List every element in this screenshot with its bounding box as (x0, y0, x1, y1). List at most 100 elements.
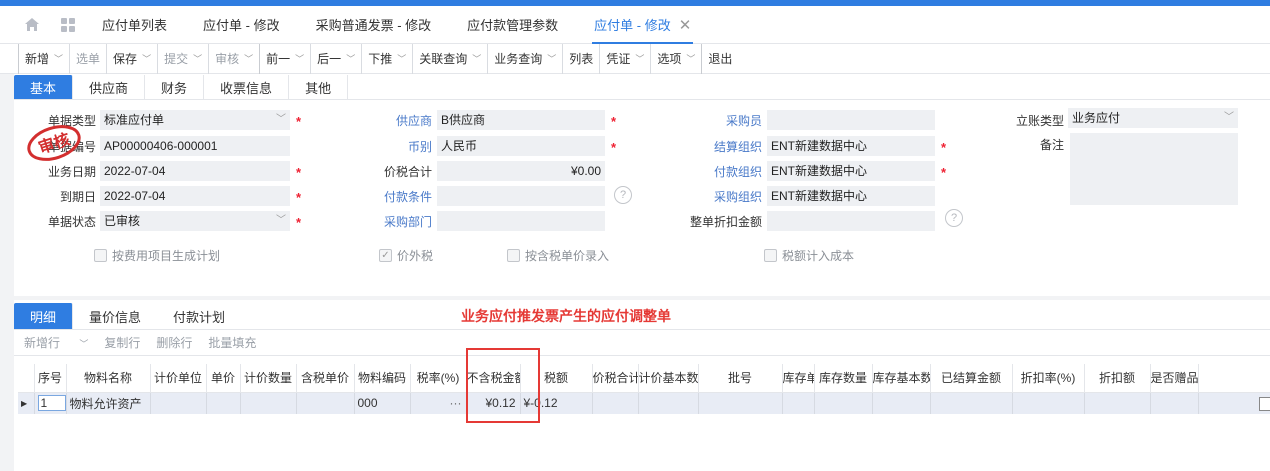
tab-other[interactable]: 其他 (289, 75, 349, 99)
tab-payable-edit-1[interactable]: 应付单 - 修改 (187, 6, 296, 44)
app-grid-icon[interactable] (50, 6, 86, 44)
grid-cell[interactable] (1084, 392, 1151, 414)
select-button[interactable]: 选单 (69, 43, 106, 74)
column-header[interactable]: 含税单价 (296, 364, 355, 393)
pay-terms-label[interactable]: 付款条件 (350, 188, 432, 205)
pay-terms-field[interactable] (437, 186, 605, 206)
account-type-select[interactable]: 业务应付 ﹀ (1068, 108, 1238, 128)
tab-basic[interactable]: 基本 (14, 75, 74, 99)
column-header[interactable]: 库存数量 (814, 364, 873, 393)
buyer-field[interactable] (767, 110, 935, 130)
pay-org-field[interactable]: ENT新建数据中心 (767, 161, 935, 181)
seq-cell[interactable]: 1 (34, 392, 67, 414)
supplier-label[interactable]: 供应商 (350, 112, 432, 129)
grid-cell[interactable] (638, 392, 699, 414)
related-query-button[interactable]: 关联查询 ﹀ (412, 43, 487, 74)
column-header[interactable]: 已结算金额 (930, 364, 1013, 393)
gift-checkbox[interactable] (1258, 396, 1270, 411)
push-down-button[interactable]: 下推 ﹀ (361, 43, 412, 74)
biz-query-button[interactable]: 业务查询 ﹀ (487, 43, 562, 74)
material-code-cell[interactable]: 000 (354, 392, 411, 414)
purchase-org-field[interactable]: ENT新建数据中心 (767, 186, 935, 206)
column-header[interactable]: 库存基本数量 (872, 364, 931, 393)
voucher-button[interactable]: 凭证 ﹀ (599, 43, 650, 74)
currency-label[interactable]: 币别 (350, 138, 432, 155)
currency-field[interactable]: 人民币 (437, 136, 605, 156)
save-button[interactable]: 保存 ﹀ (106, 43, 157, 74)
tax-excl-checkbox[interactable]: ✓ 价外税 (379, 247, 433, 264)
audit-button[interactable]: 审核 ﹀ (208, 43, 259, 74)
tab-price-qty[interactable]: 量价信息 (73, 303, 157, 329)
grid-cell[interactable] (698, 392, 783, 414)
exit-button[interactable]: 退出 (701, 43, 738, 74)
column-header[interactable]: 价税合计 (592, 364, 639, 393)
table-row[interactable]: ▶ 1 物料允许资产 000 ··· ¥0.12 ¥-0.12 (18, 392, 1270, 414)
tab-invoice-info[interactable]: 收票信息 (204, 75, 290, 99)
column-header[interactable]: 计价基本数量 (638, 364, 699, 393)
column-header[interactable]: 序号 (34, 364, 67, 393)
supplier-field[interactable]: B供应商 (437, 110, 605, 130)
pay-org-label[interactable]: 付款组织 (660, 163, 762, 180)
copy-row-button[interactable]: 复制行 (104, 334, 140, 351)
discount-field[interactable] (767, 211, 935, 231)
remark-textarea[interactable] (1070, 133, 1238, 205)
grid-cell[interactable] (872, 392, 931, 414)
tax-incl-price-checkbox[interactable]: 按含税单价录入 (507, 247, 609, 264)
column-header[interactable]: 税率(%) (410, 364, 467, 393)
home-icon[interactable] (14, 6, 50, 44)
prev-button[interactable]: 前一 ﹀ (259, 43, 310, 74)
column-header[interactable]: 是否赠品 (1150, 364, 1199, 393)
doc-no-field[interactable]: AP00000406-000001 (100, 136, 290, 156)
new-button[interactable]: 新增 ﹀ (18, 43, 69, 74)
column-header[interactable]: 库存单位 (782, 364, 815, 393)
list-button[interactable]: 列表 (562, 43, 599, 74)
unit-cell[interactable] (150, 392, 207, 414)
add-row-button[interactable]: 新增行 ﹀ (24, 334, 88, 351)
tax-rate-cell[interactable]: ··· (410, 392, 467, 414)
column-header[interactable]: 物料编码 (354, 364, 411, 393)
tab-pay-plan[interactable]: 付款计划 (157, 303, 241, 329)
status-select[interactable]: 已审核 ﹀ (100, 211, 290, 231)
total-cell[interactable] (592, 392, 639, 414)
price-cell[interactable] (206, 392, 241, 414)
purchase-dept-field[interactable] (437, 211, 605, 231)
gift-checkbox-cell[interactable] (1198, 392, 1270, 414)
settle-org-label[interactable]: 结算组织 (660, 138, 762, 155)
tab-payable-edit-active[interactable]: 应付单 - 修改 ✕ (578, 6, 707, 44)
batch-fill-button[interactable]: 批量填充 (208, 334, 256, 351)
options-button[interactable]: 选项 ﹀ (650, 43, 701, 74)
gen-plan-checkbox[interactable]: 按费用项目生成计划 (94, 247, 220, 264)
submit-button[interactable]: 提交 ﹀ (157, 43, 208, 74)
column-header[interactable]: 批号 (698, 364, 783, 393)
tab-supplier[interactable]: 供应商 (73, 75, 146, 99)
close-icon[interactable]: ✕ (679, 16, 692, 34)
grid-cell[interactable] (782, 392, 815, 414)
tab-detail[interactable]: 明细 (14, 303, 74, 329)
purchase-org-label[interactable]: 采购组织 (660, 188, 762, 205)
buyer-label[interactable]: 采购员 (660, 112, 762, 129)
tax-price-cell[interactable] (296, 392, 355, 414)
column-header[interactable]: 计价数量 (240, 364, 297, 393)
grid-cell[interactable] (814, 392, 873, 414)
grid-cell[interactable] (1150, 392, 1199, 414)
next-button[interactable]: 后一 ﹀ (310, 43, 361, 74)
help-icon[interactable]: ? (614, 186, 632, 204)
due-date-field[interactable]: 2022-07-04 (100, 186, 290, 206)
doc-type-select[interactable]: 标准应付单 ﹀ (100, 110, 290, 130)
column-header[interactable]: 折扣额 (1084, 364, 1151, 393)
help-icon[interactable]: ? (945, 209, 963, 227)
grid-cell[interactable] (1012, 392, 1085, 414)
column-header[interactable]: 折扣率(%) (1012, 364, 1085, 393)
tab-payable-list[interactable]: 应付单列表 (86, 6, 183, 44)
column-header[interactable]: 单价 (206, 364, 241, 393)
qty-cell[interactable] (240, 392, 297, 414)
biz-date-field[interactable]: 2022-07-04 (100, 161, 290, 181)
tab-finance[interactable]: 财务 (145, 75, 205, 99)
column-header[interactable]: 计价单位 (150, 364, 207, 393)
settle-org-field[interactable]: ENT新建数据中心 (767, 136, 935, 156)
tab-payable-params[interactable]: 应付款管理参数 (451, 6, 574, 44)
column-header[interactable]: 物料名称 (66, 364, 151, 393)
tab-purchase-invoice-edit[interactable]: 采购普通发票 - 修改 (300, 6, 448, 44)
delete-row-button[interactable]: 删除行 (156, 334, 192, 351)
grid-cell[interactable] (930, 392, 1013, 414)
